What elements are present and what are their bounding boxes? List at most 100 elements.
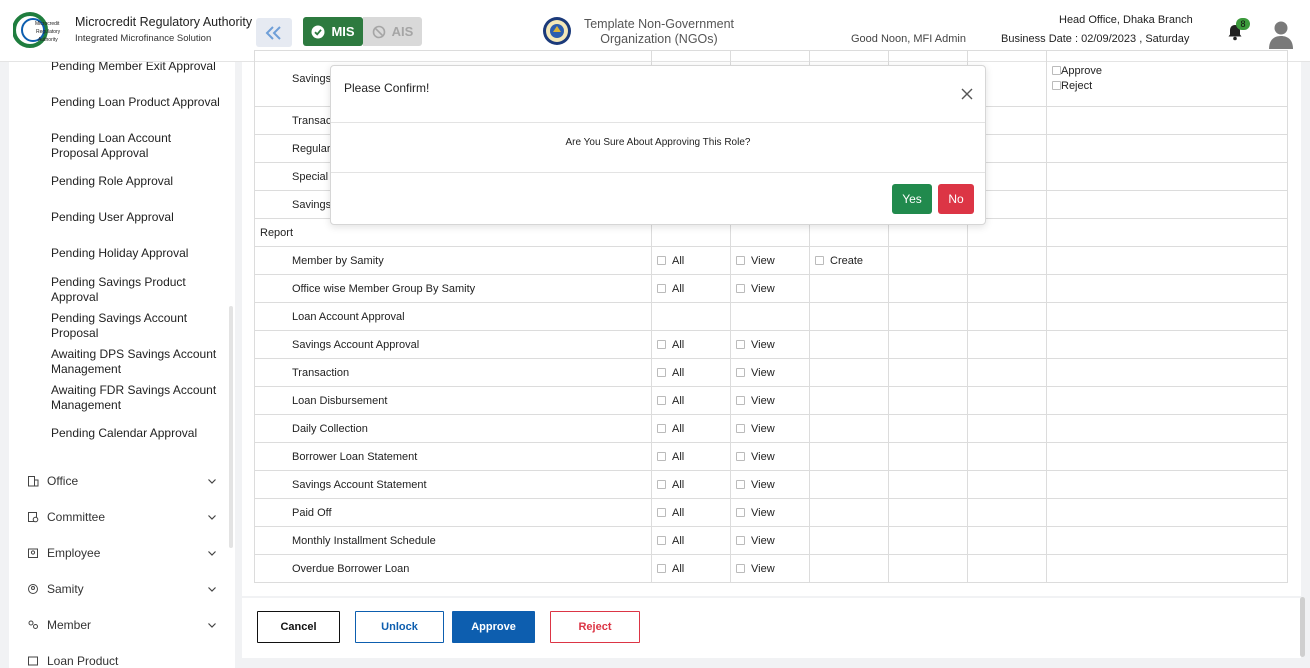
all-cell[interactable]: All — [651, 554, 731, 583]
view-cell[interactable]: View — [730, 442, 810, 471]
view-cell[interactable]: View — [730, 274, 810, 303]
sidebar-item-awaiting-dps[interactable]: Awaiting DPS Savings Account Management — [51, 347, 221, 377]
all-cell[interactable]: All — [651, 274, 731, 303]
all-cell[interactable]: All — [651, 526, 731, 555]
all-checkbox[interactable]: All — [657, 451, 684, 463]
sidebar-item-pending-user[interactable]: Pending User Approval — [51, 210, 221, 225]
view-checkbox[interactable]: View — [736, 451, 775, 463]
sidebar-item-pending-savings-product[interactable]: Pending Savings Product Approval — [51, 275, 221, 305]
all-cell[interactable]: All — [651, 470, 731, 499]
view-cell[interactable]: View — [730, 330, 810, 359]
all-checkbox[interactable]: All — [657, 535, 684, 547]
all-cell[interactable]: All — [651, 498, 731, 527]
all-cell[interactable]: All — [651, 386, 731, 415]
mra-logo: Microcredit Regulatory Authority — [13, 12, 61, 48]
view-label: View — [751, 534, 775, 547]
sidebar-item-pending-loan-product[interactable]: Pending Loan Product Approval — [51, 95, 221, 110]
view-checkbox[interactable]: View — [736, 395, 775, 407]
view-checkbox[interactable]: View — [736, 339, 775, 351]
sidebar-item-pending-savings-account-proposal[interactable]: Pending Savings Account Proposal — [51, 311, 221, 341]
view-cell[interactable]: View — [730, 470, 810, 499]
dialog-message: Are You Sure About Approving This Role? — [565, 137, 751, 148]
sidebar-menu-office[interactable]: Office — [27, 472, 217, 490]
all-checkbox[interactable]: All — [657, 479, 684, 491]
all-label: All — [672, 478, 685, 491]
table-row: Overdue Borrower Loan All View — [254, 554, 1288, 583]
view-cell[interactable]: View — [730, 554, 810, 583]
sidebar-item-pending-loan-account-proposal[interactable]: Pending Loan Account Proposal Approval — [51, 131, 221, 161]
approve-checkbox[interactable]: Approve — [1052, 64, 1282, 79]
permission-label: Loan Account Approval — [254, 302, 652, 331]
permission-label: Savings Account Statement — [254, 470, 652, 499]
permission-label: Member by Samity — [254, 246, 652, 275]
reject-checkbox[interactable]: Reject — [1052, 79, 1282, 94]
sidebar-menu-member[interactable]: Member — [27, 616, 217, 634]
all-cell[interactable]: All — [651, 358, 731, 387]
all-checkbox[interactable]: All — [657, 367, 684, 379]
ais-toggle-button[interactable]: AIS — [363, 17, 422, 46]
all-checkbox[interactable]: All — [657, 423, 684, 435]
sidebar-scrollbar[interactable] — [229, 306, 233, 548]
sidebar-menu-committee[interactable]: Committee — [27, 508, 217, 526]
view-checkbox[interactable]: View — [736, 535, 775, 547]
view-cell[interactable]: View — [730, 414, 810, 443]
all-checkbox[interactable]: All — [657, 283, 684, 295]
all-label: All — [672, 422, 685, 435]
all-cell[interactable]: All — [651, 442, 731, 471]
collapse-sidebar-button[interactable] — [256, 18, 292, 47]
create-cell — [809, 358, 889, 387]
table-row: Savings Account Statement All View — [254, 470, 1288, 499]
action-footer: Cancel Unlock Approve Reject — [242, 598, 1301, 658]
close-icon[interactable] — [960, 87, 974, 101]
table-row: Borrower Loan Statement All View — [254, 442, 1288, 471]
table-row: Monthly Installment Schedule All View — [254, 526, 1288, 555]
all-cell[interactable]: All — [651, 330, 731, 359]
view-checkbox[interactable]: View — [736, 283, 775, 295]
all-cell[interactable]: All — [651, 414, 731, 443]
yes-button[interactable]: Yes — [892, 184, 932, 214]
view-checkbox[interactable]: View — [736, 479, 775, 491]
cancel-button[interactable]: Cancel — [257, 611, 340, 643]
no-button[interactable]: No — [938, 184, 974, 214]
double-chevron-left-icon — [265, 25, 281, 40]
all-checkbox[interactable]: All — [657, 507, 684, 519]
user-avatar-icon[interactable] — [1267, 19, 1295, 49]
view-checkbox[interactable]: View — [736, 507, 775, 519]
view-checkbox[interactable]: View — [736, 367, 775, 379]
all-checkbox[interactable]: All — [657, 255, 684, 267]
create-cell[interactable]: Create — [809, 246, 889, 275]
all-cell[interactable]: All — [651, 246, 731, 275]
all-checkbox[interactable]: All — [657, 395, 684, 407]
table-row: Transaction All View — [254, 358, 1288, 387]
view-checkbox[interactable]: View — [736, 423, 775, 435]
view-checkbox[interactable]: View — [736, 563, 775, 575]
sidebar-menu-samity[interactable]: Samity — [27, 580, 217, 598]
approve-button[interactable]: Approve — [452, 611, 535, 643]
sidebar-item-pending-holiday[interactable]: Pending Holiday Approval — [51, 246, 221, 261]
sidebar-item-pending-member-exit[interactable]: Pending Member Exit Approval — [51, 62, 221, 74]
all-label: All — [672, 394, 685, 407]
create-cell — [809, 442, 889, 471]
view-cell[interactable]: View — [730, 358, 810, 387]
sidebar-menu-employee[interactable]: Employee — [27, 544, 217, 562]
mis-toggle-button[interactable]: MIS — [303, 17, 363, 46]
sidebar-item-pending-calendar[interactable]: Pending Calendar Approval — [51, 426, 221, 441]
view-label: View — [751, 394, 775, 407]
create-checkbox[interactable]: Create — [815, 255, 863, 267]
view-checkbox[interactable]: View — [736, 255, 775, 267]
view-cell[interactable]: View — [730, 246, 810, 275]
create-cell — [809, 498, 889, 527]
all-checkbox[interactable]: All — [657, 339, 684, 351]
sidebar-menu-loan-product[interactable]: Loan Product — [27, 652, 217, 668]
main-scrollbar[interactable] — [1300, 597, 1305, 657]
sidebar-menu-label: Member — [47, 618, 92, 632]
sidebar-item-awaiting-fdr[interactable]: Awaiting FDR Savings Account Management — [51, 383, 221, 413]
view-cell[interactable]: View — [730, 386, 810, 415]
unlock-button[interactable]: Unlock — [355, 611, 444, 643]
reject-button[interactable]: Reject — [550, 611, 640, 643]
all-checkbox[interactable]: All — [657, 563, 684, 575]
create-cell — [809, 386, 889, 415]
view-cell[interactable]: View — [730, 526, 810, 555]
sidebar-item-pending-role[interactable]: Pending Role Approval — [51, 174, 221, 189]
view-cell[interactable]: View — [730, 498, 810, 527]
